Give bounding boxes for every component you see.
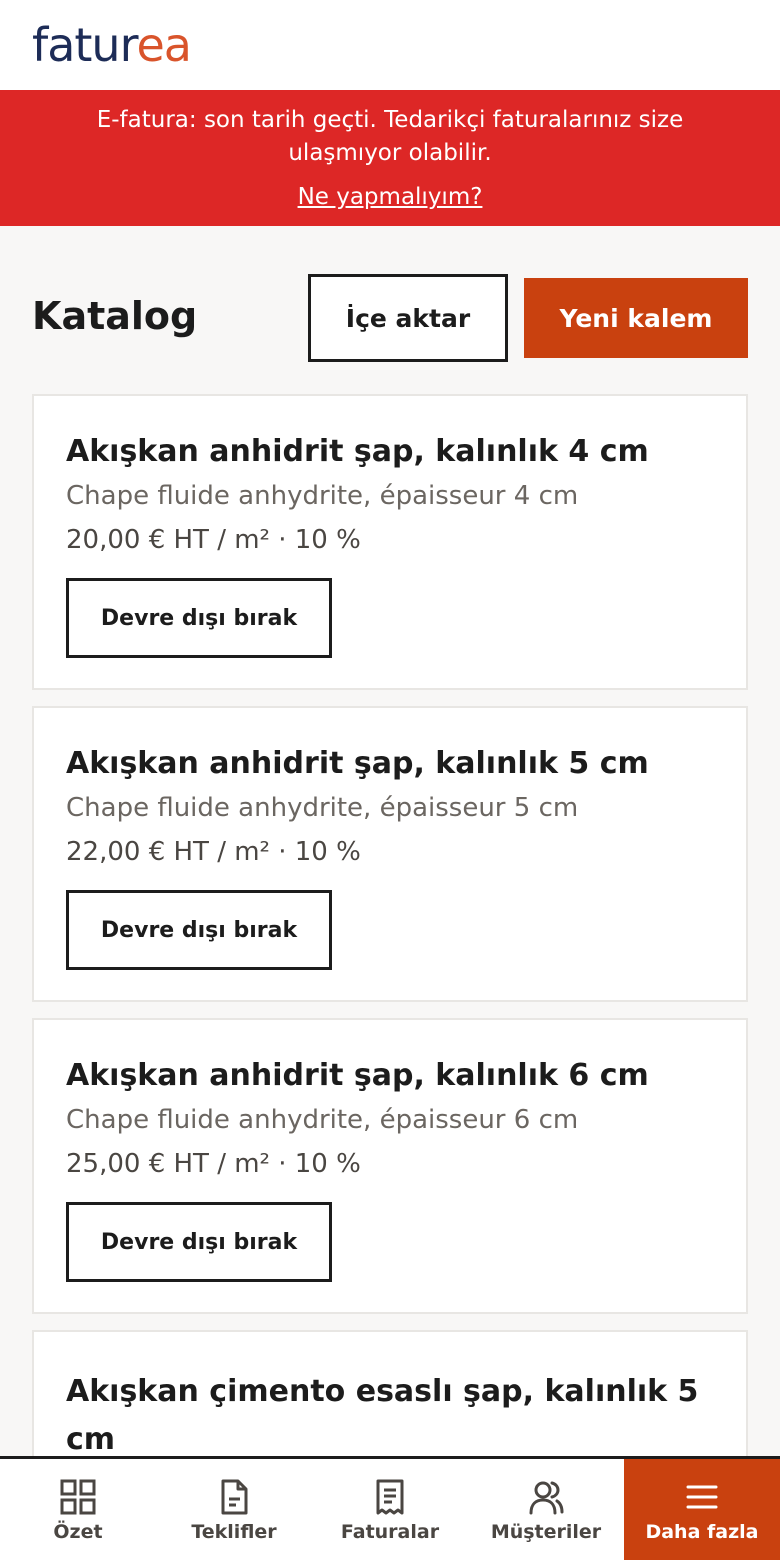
- new-item-button[interactable]: Yeni kalem: [524, 278, 748, 358]
- bottom-navigation: Özet Teklifler Faturalar Müşteriler Daha…: [0, 1456, 780, 1560]
- logo-part-orange: ea: [136, 18, 191, 72]
- nav-item-customers[interactable]: Müşteriler: [468, 1459, 624, 1560]
- catalog-list: Akışkan anhidrit şap, kalınlık 4 cm Chap…: [32, 394, 748, 1546]
- nav-item-invoices[interactable]: Faturalar: [312, 1459, 468, 1560]
- users-icon: [529, 1481, 564, 1514]
- grid-icon: [60, 1479, 96, 1514]
- faturea-logo[interactable]: faturea: [32, 22, 192, 68]
- item-price: 20,00 € HT / m² · 10 %: [66, 525, 361, 555]
- nav-label: Müşteriler: [490, 1520, 602, 1543]
- efatura-alert-banner: E-fatura: son tarih geçti. Tedarikçi fat…: [0, 90, 780, 226]
- nav-label: Daha fazla: [645, 1520, 759, 1543]
- item-subtitle: Chape fluide anhydrite, épaisseur 5 cm: [66, 793, 579, 823]
- item-title: Akışkan anhidrit şap, kalınlık 5 cm: [66, 746, 649, 781]
- logo-part-navy: fatur: [32, 18, 137, 72]
- top-bar: faturea: [0, 0, 780, 90]
- item-price: 22,00 € HT / m² · 10 %: [66, 837, 361, 867]
- nav-label: Özet: [53, 1520, 103, 1543]
- item-subtitle: Chape fluide anhydrite, épaisseur 6 cm: [66, 1105, 579, 1135]
- nav-label: Faturalar: [340, 1520, 440, 1543]
- item-subtitle: Chape fluide anhydrite, épaisseur 4 cm: [66, 481, 579, 511]
- disable-item-button[interactable]: Devre dışı bırak: [66, 1202, 332, 1282]
- catalog-item-card: Akışkan anhidrit şap, kalınlık 6 cm Chap…: [32, 1018, 748, 1314]
- receipt-icon: [376, 1479, 404, 1514]
- catalog-item-card: Akışkan anhidrit şap, kalınlık 4 cm Chap…: [32, 394, 748, 690]
- item-title: Akışkan anhidrit şap, kalınlık 4 cm: [66, 434, 649, 469]
- document-icon: [221, 1479, 248, 1514]
- alert-help-link[interactable]: Ne yapmalıyım?: [298, 184, 483, 210]
- disable-item-button[interactable]: Devre dışı bırak: [66, 578, 332, 658]
- page-title: Katalog: [32, 294, 198, 338]
- nav-item-more[interactable]: Daha fazla: [624, 1459, 780, 1560]
- item-price: 25,00 € HT / m² · 10 %: [66, 1149, 361, 1179]
- item-title: Akışkan çimento esaslı şap, kalınlık 5 c…: [66, 1374, 699, 1457]
- disable-item-button[interactable]: Devre dışı bırak: [66, 890, 332, 970]
- nav-item-quotes[interactable]: Teklifler: [156, 1459, 312, 1560]
- alert-message: E-fatura: son tarih geçti. Tedarikçi fat…: [96, 107, 684, 166]
- nav-label: Teklifler: [191, 1520, 277, 1543]
- page-header: Katalog İçe aktar Yeni kalem: [32, 274, 748, 362]
- menu-icon: [686, 1485, 718, 1508]
- catalog-item-card: Akışkan anhidrit şap, kalınlık 5 cm Chap…: [32, 706, 748, 1002]
- nav-item-summary[interactable]: Özet: [0, 1459, 156, 1560]
- import-button[interactable]: İçe aktar: [308, 274, 508, 362]
- item-title: Akışkan anhidrit şap, kalınlık 6 cm: [66, 1058, 649, 1093]
